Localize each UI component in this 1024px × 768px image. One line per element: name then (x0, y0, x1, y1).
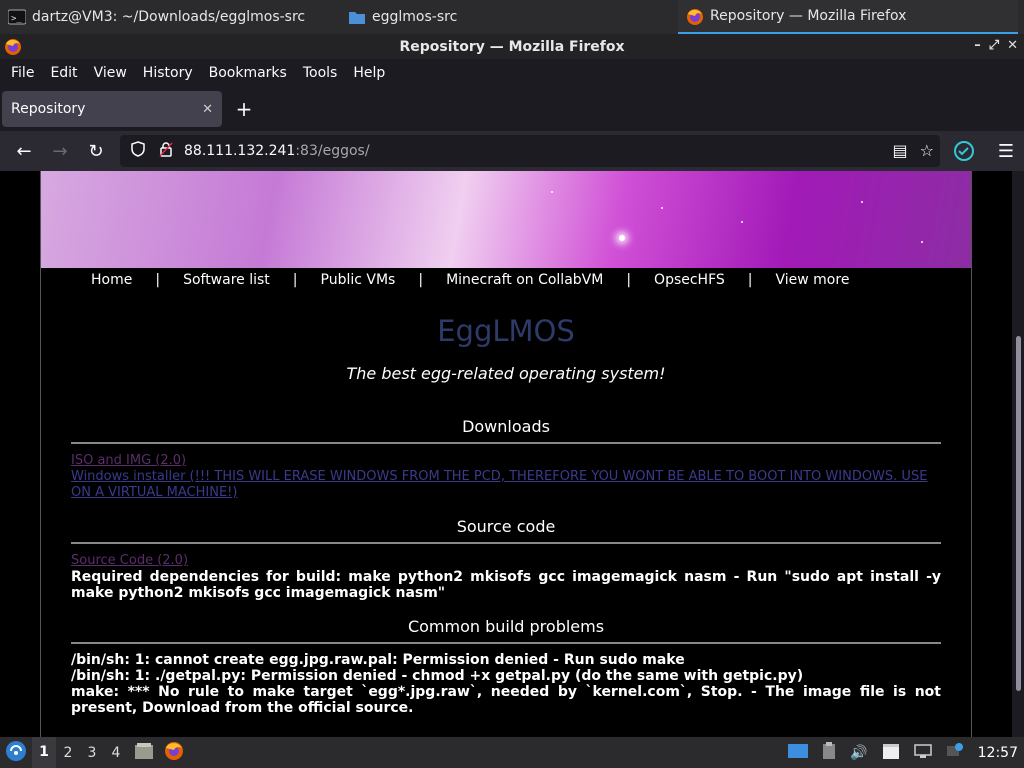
task-folder[interactable]: egglmos-src (340, 0, 678, 34)
terminal-icon: >_ (7, 9, 27, 25)
task-firefox[interactable]: Repository — Mozilla Firefox (678, 0, 1018, 34)
task-firefox-label: Repository — Mozilla Firefox (710, 8, 907, 24)
page-scrollbar[interactable] (1012, 171, 1024, 737)
menu-edit[interactable]: Edit (42, 65, 85, 81)
problem-item: /bin/sh: 1: cannot create egg.jpg.raw.pa… (71, 652, 685, 668)
source-dependencies: Required dependencies for build: make py… (71, 569, 941, 601)
extension-check-icon[interactable] (952, 139, 976, 163)
workspace-4[interactable]: 4 (104, 745, 128, 761)
back-icon[interactable]: ← (6, 135, 42, 167)
clock: 12:57 (977, 744, 1018, 761)
window-controls: – ⤢ ✕ (974, 38, 1018, 53)
forward-icon[interactable]: → (42, 135, 78, 167)
banner-star (741, 221, 743, 223)
banner-star (551, 191, 553, 193)
nav-separator: | (626, 272, 632, 288)
menu-view[interactable]: View (86, 65, 135, 81)
menu-history[interactable]: History (135, 65, 201, 81)
reload-icon[interactable]: ↻ (78, 135, 114, 167)
nav-software-list[interactable]: Software list (183, 272, 270, 288)
page-tagline: The best egg-related operating system! (346, 364, 666, 383)
page-title: EggLMOS (437, 314, 575, 348)
nav-separator: | (292, 272, 298, 288)
windows-installer-link[interactable]: Windows installer (!!! THIS WILL ERASE W… (71, 469, 941, 501)
task-terminal-label: dartz@VM3: ~/Downloads/egglmos-src (32, 9, 306, 25)
nav-separator: | (418, 272, 424, 288)
new-tab-icon[interactable]: + (234, 97, 254, 121)
nav-separator: | (747, 272, 753, 288)
menu-bookmarks[interactable]: Bookmarks (201, 65, 295, 81)
start-menu-icon[interactable] (0, 740, 32, 766)
workspace-3[interactable]: 3 (80, 745, 104, 761)
banner-star (861, 201, 863, 203)
url-actions: ▤ ☆ (893, 141, 934, 160)
url-bar[interactable]: 88.111.132.241:83/eggos/ ▤ ☆ (120, 135, 940, 167)
site-nav: Home | Software list | Public VMs | Mine… (41, 268, 971, 292)
nav-view-more[interactable]: View more (776, 272, 850, 288)
tab-repository[interactable]: Repository ✕ (2, 91, 222, 127)
network-icon[interactable] (913, 743, 932, 763)
bottom-taskbar: 1 2 3 4 🔊 12:57 (0, 737, 1024, 768)
workspace-1[interactable]: 1 (32, 737, 56, 768)
menu-tools[interactable]: Tools (295, 65, 346, 81)
menubar: File Edit View History Bookmarks Tools H… (0, 59, 1024, 87)
bookmark-star-icon[interactable]: ☆ (920, 141, 934, 160)
desktop-icon[interactable] (788, 743, 809, 763)
workspace-2[interactable]: 2 (56, 745, 80, 761)
nav-public-vms[interactable]: Public VMs (321, 272, 396, 288)
tab-title: Repository (11, 101, 86, 117)
banner-star (661, 207, 663, 209)
task-folder-label: egglmos-src (372, 9, 458, 25)
shield-icon[interactable] (128, 141, 148, 161)
file-manager-launcher-icon[interactable] (128, 742, 160, 764)
task-terminal[interactable]: >_ dartz@VM3: ~/Downloads/egglmos-src (0, 0, 340, 34)
scrollbar-thumb[interactable] (1016, 336, 1021, 691)
insecure-lock-icon[interactable] (156, 141, 176, 161)
svg-text:>_: >_ (11, 14, 22, 24)
folder-icon (348, 9, 366, 25)
reader-view-icon[interactable]: ▤ (893, 141, 908, 160)
system-tray: 🔊 12:57 (788, 737, 1018, 768)
firefox-launcher-icon[interactable] (160, 741, 188, 765)
downloads-heading: Downloads (71, 417, 941, 444)
source-heading: Source code (71, 517, 941, 544)
menu-file[interactable]: File (3, 65, 42, 81)
nav-opsechfs[interactable]: OpsecHFS (654, 272, 725, 288)
page-content: EggLMOS The best egg-related operating s… (41, 314, 971, 716)
page-container: Home | Software list | Public VMs | Mine… (40, 171, 972, 737)
navigation-bar: ← → ↻ 88.111.132.241:83/eggos/ ▤ ☆ ☰ (0, 131, 1024, 171)
url-text: 88.111.132.241:83/eggos/ (184, 143, 370, 159)
clipboard-icon[interactable] (822, 741, 836, 764)
notes-icon[interactable] (882, 742, 900, 764)
volume-icon[interactable]: 🔊 (850, 745, 867, 761)
nav-home[interactable]: Home (91, 272, 132, 288)
problem-item: make: *** No rule to make target `egg*.j… (71, 684, 941, 716)
problem-item: /bin/sh: 1: ./getpal.py: Permission deni… (71, 668, 804, 684)
source-code-link[interactable]: Source Code (2.0) (71, 553, 941, 569)
hamburger-menu-icon[interactable]: ☰ (988, 135, 1024, 167)
minimize-icon[interactable]: – (974, 38, 981, 53)
banner-star (921, 241, 923, 243)
page-viewport: Home | Software list | Public VMs | Mine… (0, 171, 1012, 737)
menu-help[interactable]: Help (345, 65, 393, 81)
nav-separator: | (155, 272, 161, 288)
banner-star (619, 235, 625, 241)
iso-download-link[interactable]: ISO and IMG (2.0) (71, 453, 941, 469)
maximize-icon[interactable]: ⤢ (989, 38, 999, 53)
firefox-icon (686, 8, 704, 25)
close-tab-icon[interactable]: ✕ (202, 102, 213, 117)
top-taskbar: >_ dartz@VM3: ~/Downloads/egglmos-src eg… (0, 0, 1024, 34)
firefox-icon (4, 38, 22, 56)
tab-strip: Repository ✕ + (0, 87, 1024, 131)
update-notification-icon[interactable] (946, 742, 964, 763)
nav-minecraft[interactable]: Minecraft on CollabVM (446, 272, 603, 288)
header-banner (41, 171, 971, 268)
window-title: Repository — Mozilla Firefox (399, 38, 625, 55)
close-icon[interactable]: ✕ (1007, 38, 1018, 53)
problems-heading: Common build problems (71, 617, 941, 644)
window-titlebar: Repository — Mozilla Firefox – ⤢ ✕ (0, 34, 1024, 59)
